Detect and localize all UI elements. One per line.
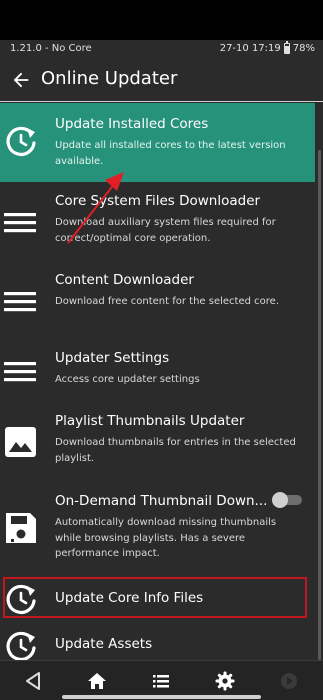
item-label: Update Installed Cores (55, 116, 209, 132)
toggle-knob (272, 492, 288, 508)
item-description: Download auxiliary system files required… (55, 217, 276, 244)
version-text: 1.21.0 - No Core (10, 43, 92, 54)
item-label: Update Core Info Files (55, 590, 204, 606)
item-label: Core System Files Downloader (55, 193, 261, 209)
item-description: Access core updater settings (55, 374, 200, 385)
update-clock-icon (6, 631, 36, 660)
clock-text: 27-10 17:19 (219, 43, 281, 54)
menu-lines-icon (4, 292, 36, 312)
battery-icon (283, 41, 290, 54)
item-description: Download free content for the selected c… (55, 296, 279, 307)
menu-lines-icon (4, 362, 36, 382)
update-clock-icon (6, 126, 36, 156)
back-triangle-icon[interactable] (22, 670, 44, 692)
list-item-update-installed-cores[interactable]: Update Installed Cores Update all instal… (0, 103, 315, 182)
thumbnail-toggle-switch[interactable] (272, 492, 304, 508)
item-label: Content Downloader (55, 272, 194, 288)
list-item-core-system-files-downloader[interactable]: Core System Files Downloader Download au… (0, 182, 315, 261)
updater-list[interactable]: Update Installed Cores Update all instal… (0, 103, 323, 660)
settings-gear-icon[interactable] (214, 670, 236, 692)
list-icon[interactable] (150, 670, 172, 692)
page-title: Online Updater (41, 68, 178, 89)
item-label: Playlist Thumbnails Updater (55, 413, 245, 429)
save-disk-icon (6, 513, 36, 543)
camera-area (0, 0, 323, 40)
item-label: Updater Settings (55, 350, 170, 366)
home-icon[interactable] (86, 670, 108, 692)
item-description: Update all installed cores to the latest… (55, 140, 286, 167)
list-item-content-downloader[interactable]: Content Downloader Download free content… (0, 261, 315, 340)
bottom-nav (0, 660, 323, 700)
image-icon (5, 427, 36, 457)
home-indicator (62, 695, 261, 699)
list-item-update-assets[interactable]: Update Assets (0, 623, 315, 660)
app-bar: Online Updater (0, 58, 323, 102)
battery-text: 78% (292, 43, 315, 54)
item-label: On-Demand Thumbnail Down... (55, 493, 268, 509)
scrollbar[interactable] (318, 150, 321, 660)
item-label: Update Assets (55, 636, 153, 652)
play-circle-icon[interactable] (278, 670, 300, 692)
list-item-playlist-thumbnails-updater[interactable]: Playlist Thumbnails Updater Download thu… (0, 403, 315, 483)
status-bar: 1.21.0 - No Core 27-10 17:19 78% (0, 40, 323, 58)
list-item-on-demand-thumbnail-downloads[interactable]: On-Demand Thumbnail Down... Automaticall… (0, 483, 315, 573)
update-clock-icon (6, 584, 36, 614)
list-item-updater-settings[interactable]: Updater Settings Access core updater set… (0, 340, 315, 403)
item-description: Automatically download missing thumbnail… (55, 517, 277, 559)
menu-lines-icon (4, 213, 36, 233)
back-arrow-icon[interactable] (10, 69, 32, 91)
item-description: Download thumbnails for entries in the s… (55, 437, 296, 464)
status-right: 27-10 17:19 78% (219, 41, 315, 54)
list-item-update-core-info-files[interactable]: Update Core Info Files (0, 573, 315, 623)
